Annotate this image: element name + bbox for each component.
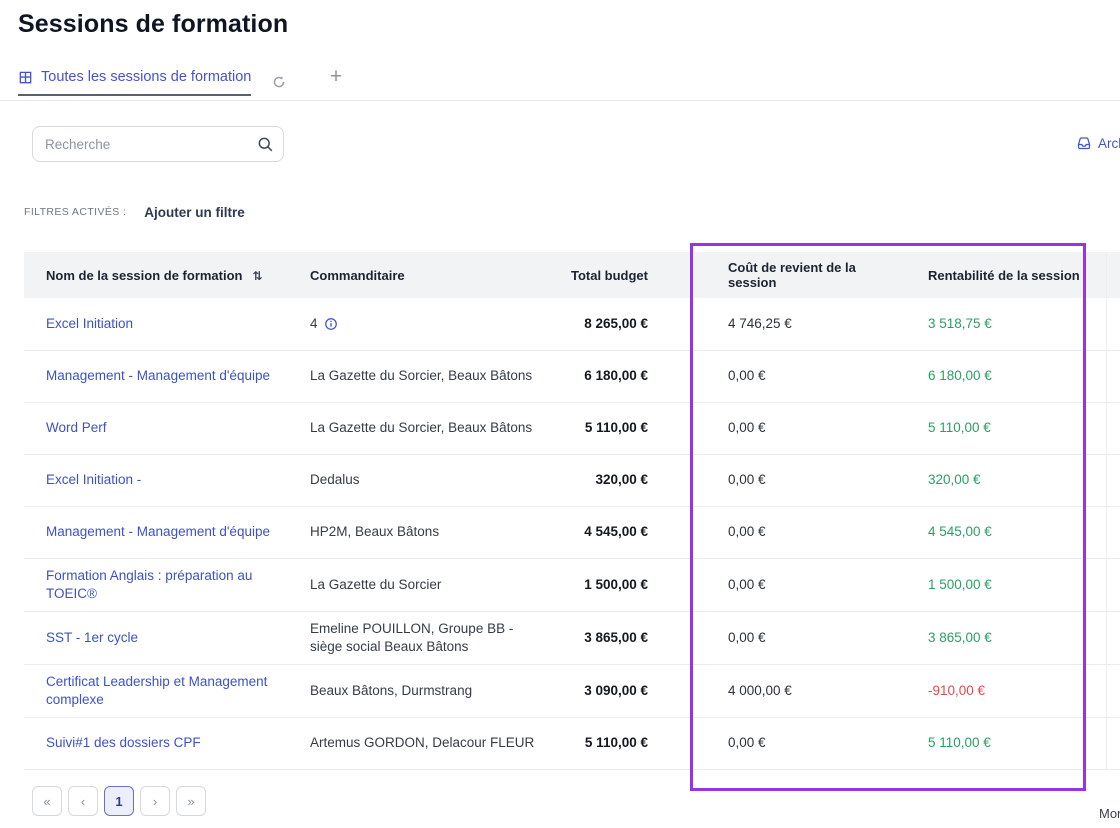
table-header-row: Nom de la session de formation ⇅ Commandi…	[24, 252, 1120, 298]
sponsor-cell: Artemus GORDON, Delacour FLEUR	[286, 717, 554, 769]
cost-cell: 4 746,25 €	[680, 298, 906, 350]
archives-button[interactable]: Archives	[1076, 135, 1120, 151]
search-box	[32, 126, 284, 162]
cost-cell: 0,00 €	[680, 402, 906, 454]
sponsor-cell: Emeline POUILLON, Groupe BB - siège soci…	[286, 611, 554, 664]
archive-icon	[1076, 135, 1092, 151]
table-row[interactable]: Excel Initiation 4 8 265,00 € 4 746,25 €…	[24, 298, 1120, 350]
column-header-name[interactable]: Nom de la session de formation ⇅	[24, 252, 286, 298]
sponsor-cell: La Gazette du Sorcier	[286, 558, 554, 611]
add-filter-button[interactable]: Ajouter un filtre	[144, 205, 245, 220]
session-link[interactable]: Excel Initiation	[46, 316, 133, 331]
cost-cell: 0,00 €	[680, 717, 906, 769]
table-row[interactable]: Formation Anglais : préparation au TOEIC…	[24, 558, 1120, 611]
sponsor-cell: HP2M, Beaux Bâtons	[286, 506, 554, 558]
cost-cell: 0,00 €	[680, 454, 906, 506]
budget-cell: 320,00 €	[554, 454, 680, 506]
page-title: Sessions de formation	[18, 10, 288, 39]
session-link[interactable]: Management - Management d'équipe	[46, 524, 270, 539]
table-row[interactable]: Excel Initiation - Dedalus 320,00 € 0,00…	[24, 454, 1120, 506]
table-row[interactable]: Management - Management d'équipe La Gaze…	[24, 350, 1120, 402]
table-row[interactable]: Word Perf La Gazette du Sorcier, Beaux B…	[24, 402, 1120, 454]
grid-view-icon	[18, 70, 33, 85]
table-row[interactable]: SST - 1er cycle Emeline POUILLON, Groupe…	[24, 611, 1120, 664]
cost-cell: 4 000,00 €	[680, 664, 906, 717]
cost-cell: 0,00 €	[680, 611, 906, 664]
profit-cell: 5 110,00 €	[906, 402, 1106, 454]
search-input[interactable]	[33, 127, 283, 161]
profit-cell: 6 180,00 €	[906, 350, 1106, 402]
budget-cell: 5 110,00 €	[554, 717, 680, 769]
column-header-budget: Total budget	[554, 252, 680, 298]
sort-icon[interactable]: ⇅	[253, 269, 263, 283]
session-link[interactable]: Word Perf	[46, 420, 107, 435]
pagination-first-button[interactable]: «	[32, 786, 62, 816]
rows-per-page-label[interactable]: Montrer	[1099, 806, 1120, 821]
sponsor-cell: Dedalus	[286, 454, 554, 506]
table-row[interactable]: Certificat Leadership et Management comp…	[24, 664, 1120, 717]
session-link[interactable]: Management - Management d'équipe	[46, 368, 270, 383]
sponsor-cell: La Gazette du Sorcier, Beaux Bâtons	[286, 350, 554, 402]
column-header-ghost	[1106, 252, 1120, 298]
tabbar-divider	[0, 100, 1120, 101]
cost-cell: 0,00 €	[680, 558, 906, 611]
sponsor-cell: Beaux Bâtons, Durmstrang	[286, 664, 554, 717]
profit-cell: 3 518,75 €	[906, 298, 1106, 350]
pagination-next-button[interactable]: ›	[140, 786, 170, 816]
sponsor-cell: La Gazette du Sorcier, Beaux Bâtons	[286, 402, 554, 454]
tab-all-sessions[interactable]: Toutes les sessions de formation	[18, 69, 251, 96]
refresh-icon[interactable]	[270, 74, 288, 92]
column-header-name-label: Nom de la session de formation	[46, 268, 243, 283]
filters-row: FILTRES ACTIVÉS : Ajouter un filtre	[24, 202, 245, 222]
session-link[interactable]: Suivi#1 des dossiers CPF	[46, 735, 201, 750]
archives-label: Archives	[1098, 136, 1120, 151]
budget-cell: 5 110,00 €	[554, 402, 680, 454]
sessions-table: Nom de la session de formation ⇅ Commandi…	[24, 252, 1120, 770]
table-row[interactable]: Suivi#1 des dossiers CPF Artemus GORDON,…	[24, 717, 1120, 769]
profit-cell: 4 545,00 €	[906, 506, 1106, 558]
budget-cell: 4 545,00 €	[554, 506, 680, 558]
session-link[interactable]: Excel Initiation -	[46, 472, 141, 487]
column-header-profit: Rentabilité de la session	[906, 252, 1106, 298]
sessions-page: Sessions de formation Toutes les session…	[0, 0, 1120, 828]
cost-cell: 0,00 €	[680, 350, 906, 402]
profit-cell: -910,00 €	[906, 664, 1106, 717]
pagination-last-button[interactable]: »	[176, 786, 206, 816]
pagination-page-1-button[interactable]: 1	[104, 786, 134, 816]
budget-cell: 1 500,00 €	[554, 558, 680, 611]
column-header-cost: Coût de revient de la session	[680, 252, 906, 298]
active-filters-label: FILTRES ACTIVÉS :	[24, 206, 126, 218]
profit-cell: 3 865,00 €	[906, 611, 1106, 664]
add-view-button[interactable]: +	[324, 64, 348, 90]
profit-cell: 5 110,00 €	[906, 717, 1106, 769]
pagination-prev-button[interactable]: ‹	[68, 786, 98, 816]
pagination: « ‹ 1 › »	[32, 786, 206, 816]
column-header-sponsor: Commanditaire	[286, 252, 554, 298]
sponsor-count: 4	[310, 315, 318, 333]
cost-cell: 0,00 €	[680, 506, 906, 558]
profit-cell: 320,00 €	[906, 454, 1106, 506]
profit-cell: 1 500,00 €	[906, 558, 1106, 611]
session-link[interactable]: Formation Anglais : préparation au TOEIC…	[46, 568, 252, 601]
session-link[interactable]: SST - 1er cycle	[46, 630, 138, 645]
budget-cell: 6 180,00 €	[554, 350, 680, 402]
session-link[interactable]: Certificat Leadership et Management comp…	[46, 674, 267, 707]
tab-label: Toutes les sessions de formation	[41, 69, 251, 85]
info-icon[interactable]	[324, 317, 338, 331]
budget-cell: 3 865,00 €	[554, 611, 680, 664]
budget-cell: 8 265,00 €	[554, 298, 680, 350]
budget-cell: 3 090,00 €	[554, 664, 680, 717]
table-row[interactable]: Management - Management d'équipe HP2M, B…	[24, 506, 1120, 558]
